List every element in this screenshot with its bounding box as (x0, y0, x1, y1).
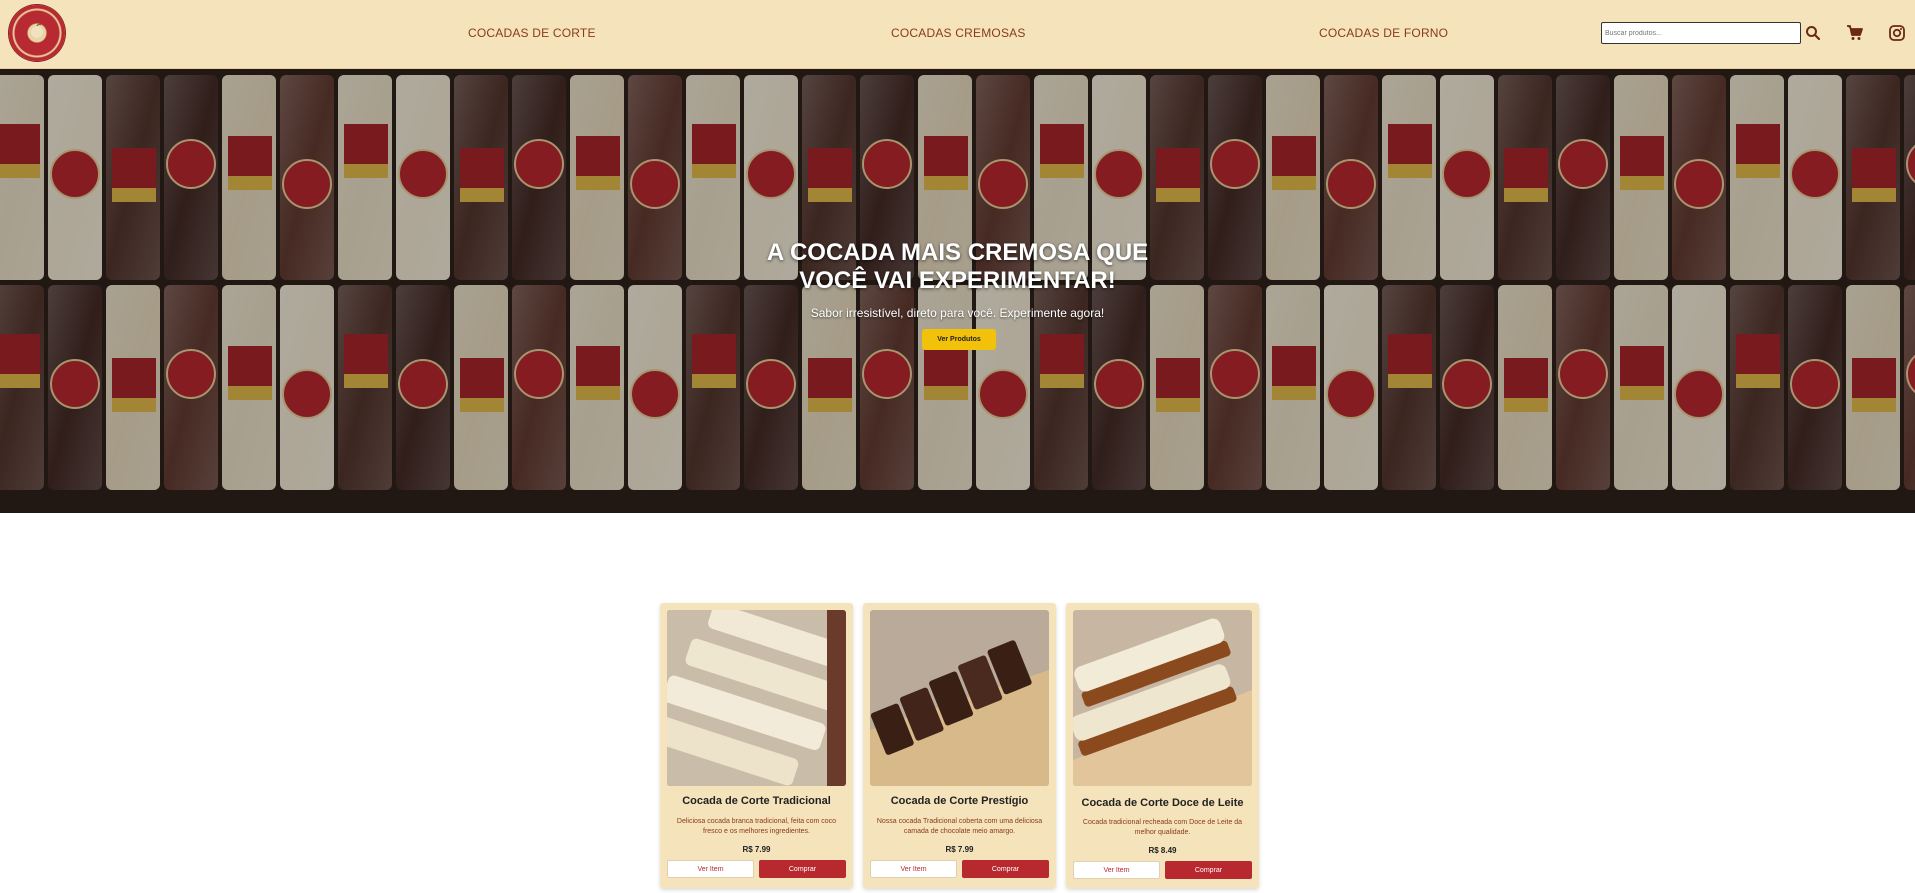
search-input[interactable] (1601, 22, 1801, 44)
product-image[interactable] (667, 610, 846, 786)
nav-cocadas-de-forno[interactable]: COCADAS DE FORNO (1319, 26, 1448, 40)
product-image[interactable] (870, 610, 1049, 786)
product-price: R$ 8.49 (1148, 846, 1177, 855)
instagram-icon[interactable] (1888, 24, 1906, 42)
product-description: Nossa cocada Tradicional coberta com uma… (876, 818, 1043, 835)
hero-subtitle: Sabor irresistível, direto para você. Ex… (810, 306, 1105, 320)
cocada-tradicional-photo (667, 610, 846, 786)
product-name: Cocada de Corte Doce de Leite (1081, 797, 1244, 809)
product-price: R$ 7.99 (742, 845, 771, 854)
hero-title-line-1: A COCADA MAIS CREMOSA QUE (766, 239, 1149, 266)
view-item-button[interactable]: Ver Item (870, 860, 957, 878)
hero-banner: A COCADA MAIS CREMOSA QUE VOCÊ VAI EXPER… (0, 69, 1915, 513)
hero-title-line-2: VOCÊ VAI EXPERIMENTAR! (799, 267, 1116, 294)
buy-button[interactable]: Comprar (1165, 861, 1252, 879)
apple-logo-icon (31, 23, 43, 38)
buy-button[interactable]: Comprar (759, 860, 846, 878)
search-icon[interactable] (1804, 24, 1822, 42)
product-name: Cocada de Corte Prestígio (890, 795, 1029, 807)
product-description: Deliciosa cocada branca tradicional, fei… (676, 818, 837, 835)
nav-cocadas-cremosas[interactable]: COCADAS CREMOSAS (891, 26, 1026, 40)
site-header: COCADAS DE CORTE COCADAS CREMOSAS COCADA… (0, 0, 1915, 69)
view-products-button[interactable]: Ver Produtos (922, 329, 996, 350)
product-description: Cocada tradicional recheada com Doce de … (1082, 819, 1243, 836)
view-item-button[interactable]: Ver Item (667, 860, 754, 878)
buy-button[interactable]: Comprar (962, 860, 1049, 878)
cocada-doce-de-leite-photo (1073, 610, 1252, 786)
cart-icon[interactable] (1846, 24, 1864, 42)
product-card: Cocada de Corte Tradicional Deliciosa co… (660, 603, 853, 888)
product-card: Cocada de Corte Prestígio Nossa cocada T… (863, 603, 1056, 888)
product-price: R$ 7.99 (945, 845, 974, 854)
brand-logo[interactable] (9, 5, 65, 61)
hero-title: A COCADA MAIS CREMOSA QUE VOCÊ VAI EXPER… (0, 239, 1915, 295)
view-item-button[interactable]: Ver Item (1073, 861, 1160, 879)
product-name: Cocada de Corte Tradicional (682, 795, 831, 807)
cocada-prestigio-photo (870, 610, 1049, 786)
product-image[interactable] (1073, 610, 1252, 786)
nav-cocadas-de-corte[interactable]: COCADAS DE CORTE (468, 26, 596, 40)
product-card: Cocada de Corte Doce de Leite Cocada tra… (1066, 603, 1259, 888)
